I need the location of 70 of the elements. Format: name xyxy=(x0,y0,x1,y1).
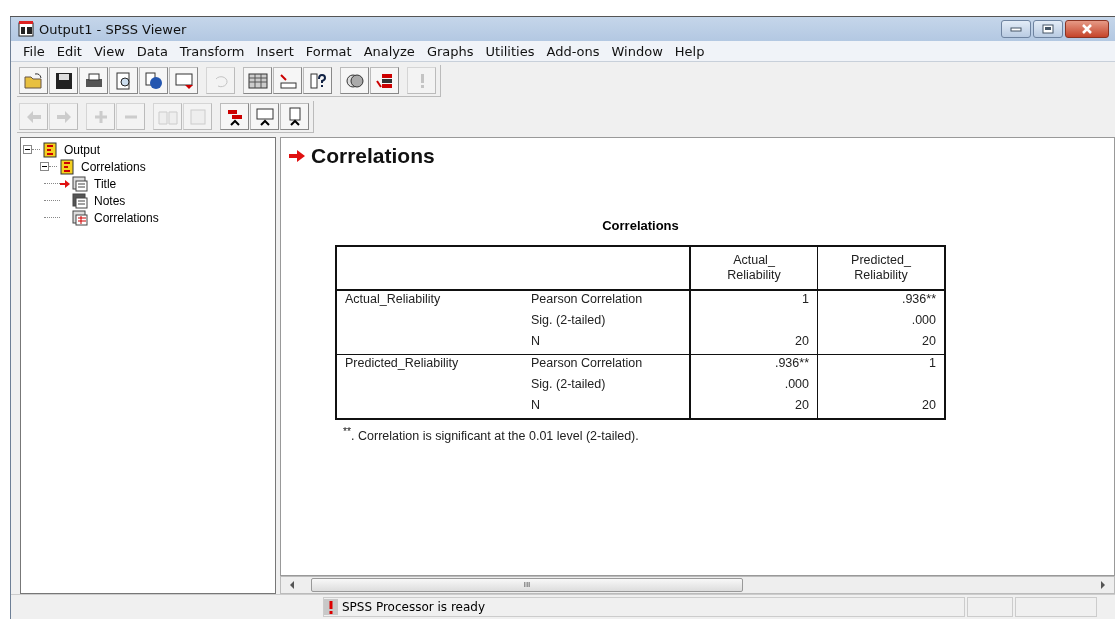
minimize-icon xyxy=(1010,26,1022,32)
row-label: Sig. (2-tailed) xyxy=(531,377,606,391)
tree-item[interactable]: Notes xyxy=(92,193,128,208)
grid-icon[interactable] xyxy=(243,67,272,94)
table-cell: 1 xyxy=(802,292,809,306)
book-icon xyxy=(42,141,58,158)
menu-item[interactable]: File xyxy=(17,43,51,59)
tree-item[interactable]: Correlations xyxy=(79,159,148,174)
table-cell: .000 xyxy=(911,313,936,327)
current-item-arrow-icon xyxy=(289,149,305,163)
app-icon xyxy=(17,20,35,38)
scroll-right-icon[interactable] xyxy=(1100,581,1106,589)
window-title: Output1 - SPSS Viewer xyxy=(39,21,188,37)
horizontal-scrollbar[interactable]: III xyxy=(280,576,1115,594)
circles-icon[interactable] xyxy=(340,67,369,94)
status-message: SPSS Processor is ready xyxy=(342,600,486,614)
menu-item[interactable]: Insert xyxy=(250,43,300,59)
row-label: Pearson Correlation xyxy=(531,356,643,370)
monitor-icon[interactable] xyxy=(169,67,198,94)
menu-item[interactable]: Format xyxy=(299,43,358,59)
menu-item[interactable]: Add-ons xyxy=(540,43,606,59)
menu-item[interactable]: Window xyxy=(605,43,669,59)
close-icon xyxy=(1081,24,1093,34)
table-cell: 1 xyxy=(929,356,936,370)
scrollbar-thumb[interactable]: III xyxy=(311,578,743,592)
menu-item[interactable]: Graphs xyxy=(420,43,480,59)
row-label: Sig. (2-tailed) xyxy=(531,313,606,327)
column-header: Actual_ Reliability xyxy=(690,246,818,290)
menu-item[interactable]: Transform xyxy=(173,43,251,59)
tree-item[interactable]: Output xyxy=(62,142,103,157)
help-icon[interactable] xyxy=(303,67,332,94)
table-cell: 20 xyxy=(795,334,809,348)
globe-icon[interactable] xyxy=(139,67,168,94)
table-cell: .936** xyxy=(774,356,809,370)
table-cell: .936** xyxy=(901,292,936,306)
row-header: Actual_Reliability xyxy=(345,292,441,306)
menu-item[interactable]: Edit xyxy=(50,43,88,59)
notes-icon xyxy=(72,192,88,209)
menu-item[interactable]: Analyze xyxy=(357,43,421,59)
title-page-icon xyxy=(72,175,88,192)
row-header: Predicted_Reliability xyxy=(345,356,459,370)
collapse-toggle[interactable] xyxy=(40,162,49,171)
maximize-icon xyxy=(1042,24,1054,34)
close-button[interactable] xyxy=(1065,20,1109,38)
table-cell: 20 xyxy=(922,334,936,348)
book-icon xyxy=(59,158,75,175)
table-cell: 20 xyxy=(795,398,809,412)
print-icon[interactable] xyxy=(79,67,108,94)
table-icon xyxy=(72,209,88,226)
save-icon[interactable] xyxy=(49,67,78,94)
collapse-toggle[interactable] xyxy=(23,145,32,154)
tree-item[interactable]: Correlations xyxy=(92,210,161,225)
menu-item[interactable]: Utilities xyxy=(479,43,541,59)
table-cell: .000 xyxy=(784,377,809,391)
scroll-left-icon[interactable] xyxy=(289,581,295,589)
menu-item[interactable]: Help xyxy=(668,43,711,59)
menu-item[interactable]: View xyxy=(87,43,131,59)
menu-item[interactable]: Data xyxy=(130,43,174,59)
row-label: N xyxy=(531,398,541,412)
table-cell: 20 xyxy=(922,398,936,412)
row-label: Pearson Correlation xyxy=(531,292,643,306)
footnote: $^{**}$. Correlation is significant at the 0.01 level (2-tailed). xyxy=(343,426,640,444)
row-label: N xyxy=(531,334,541,348)
output-heading: Correlations xyxy=(311,144,435,168)
maximize-button[interactable] xyxy=(1033,20,1063,38)
table-title: Correlations xyxy=(601,218,680,233)
column-header: Predicted_ Reliability xyxy=(817,246,945,290)
preview-icon[interactable] xyxy=(109,67,138,94)
tree-item[interactable]: Title xyxy=(92,176,119,191)
minimize-button[interactable] xyxy=(1001,20,1031,38)
